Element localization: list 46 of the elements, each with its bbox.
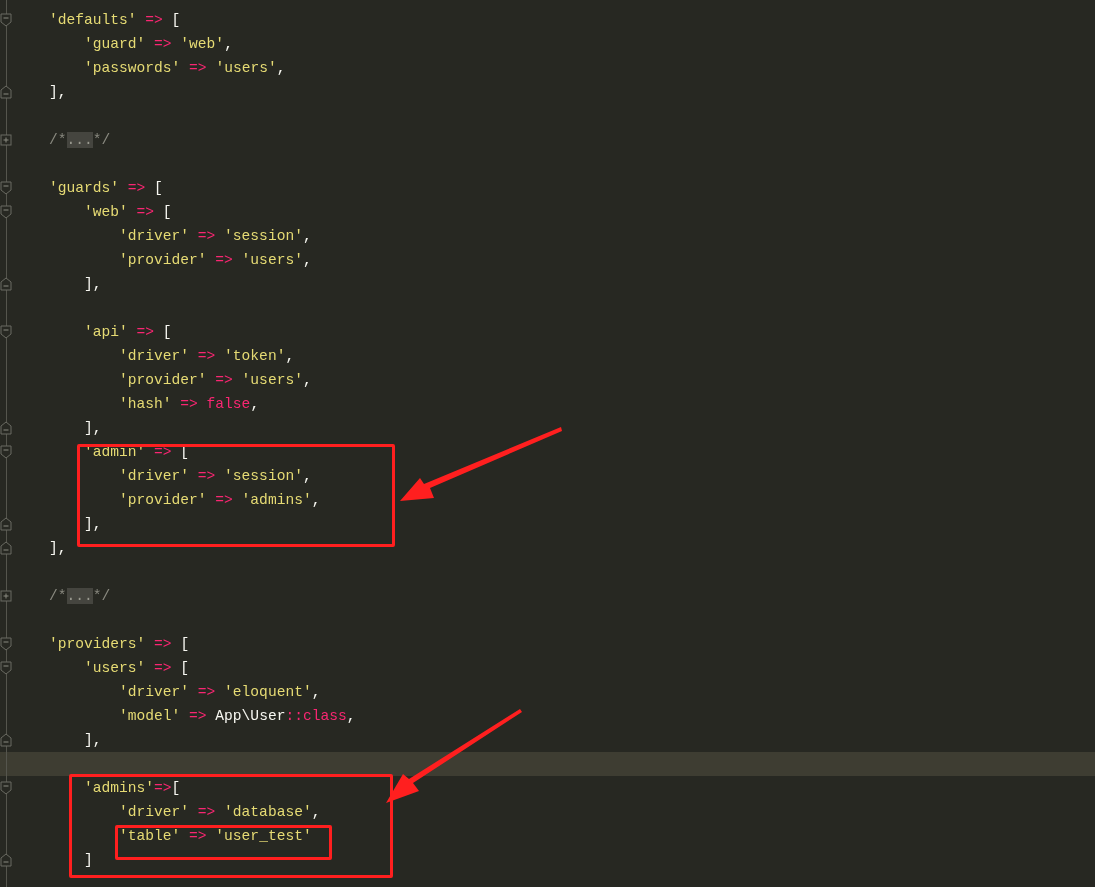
code-line: 'admins'=>[ (84, 780, 181, 796)
fold-icon[interactable] (0, 853, 12, 867)
code-line: ], (84, 732, 102, 748)
code-line: ], (49, 540, 67, 556)
fold-icon[interactable] (0, 733, 12, 747)
code-line: 'provider' => 'users', (119, 372, 312, 388)
fold-icon[interactable] (0, 781, 12, 795)
code-line: ], (84, 516, 102, 532)
code-line: 'passwords' => 'users', (84, 60, 286, 76)
fold-icon[interactable] (0, 13, 12, 27)
code-line: 'table' => 'user_test' (119, 828, 312, 844)
code-line: 'driver' => 'database', (119, 804, 321, 820)
expand-icon[interactable] (0, 134, 12, 146)
code-line: 'provider' => 'users', (119, 252, 312, 268)
fold-icon[interactable] (0, 205, 12, 219)
fold-icon[interactable] (0, 325, 12, 339)
expand-icon[interactable] (0, 590, 12, 602)
fold-icon[interactable] (0, 445, 12, 459)
code-line: ], (49, 84, 67, 100)
fold-icon[interactable] (0, 181, 12, 195)
code-line: 'defaults' => [ (49, 12, 181, 28)
fold-icon[interactable] (0, 637, 12, 651)
code-line: /*...*/ (49, 132, 111, 148)
code-line: 'driver' => 'session', (119, 468, 312, 484)
code-line: 'driver' => 'eloquent', (119, 684, 321, 700)
code-line: 'users' => [ (84, 660, 190, 676)
code-line: ] (84, 852, 93, 868)
code-line: 'provider' => 'admins', (119, 492, 321, 508)
fold-icon[interactable] (0, 85, 12, 99)
code-line: 'api' => [ (84, 324, 172, 340)
code-line: 'model' => App\User::class, (119, 708, 356, 724)
fold-icon[interactable] (0, 277, 12, 291)
fold-icon[interactable] (0, 421, 12, 435)
code-line: 'web' => [ (84, 204, 172, 220)
code-line: 'guards' => [ (49, 180, 163, 196)
fold-icon[interactable] (0, 517, 12, 531)
code-line: 'driver' => 'session', (119, 228, 312, 244)
code-line: 'hash' => false, (119, 396, 260, 412)
code-line: 'driver' => 'token', (119, 348, 295, 364)
code-line: 'guard' => 'web', (84, 36, 233, 52)
code-line: ], (84, 420, 102, 436)
code-line: ], (84, 276, 102, 292)
code-line: 'providers' => [ (49, 636, 190, 652)
code-line: /*...*/ (49, 588, 111, 604)
fold-icon[interactable] (0, 541, 12, 555)
fold-icon[interactable] (0, 661, 12, 675)
